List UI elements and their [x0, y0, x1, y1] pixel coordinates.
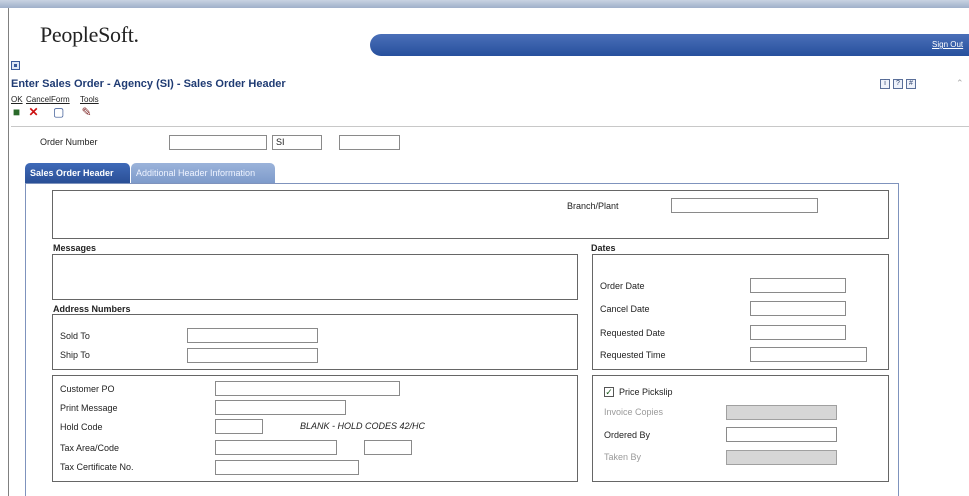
sign-out-link[interactable]: Sign Out	[932, 40, 963, 49]
brand-banner	[370, 34, 969, 56]
order-date-field[interactable]	[750, 278, 846, 293]
info-icon[interactable]: i	[880, 79, 890, 89]
ordered-by-label: Ordered By	[604, 430, 651, 440]
cancel-date-label: Cancel Date	[600, 304, 650, 314]
requested-date-label: Requested Date	[600, 328, 666, 338]
requested-time-label: Requested Time	[600, 350, 666, 360]
customer-po-field[interactable]	[215, 381, 400, 396]
order-number-field[interactable]	[169, 135, 267, 150]
tax-area-label: Tax Area/Code	[60, 443, 120, 453]
branch-plant-label: Branch/Plant	[567, 201, 619, 211]
ok-button[interactable]: OK ■	[11, 95, 23, 118]
cancel-button[interactable]: Cancel ✕	[26, 95, 51, 118]
ordered-by-field[interactable]	[726, 427, 837, 442]
page-title: Enter Sales Order - Agency (SI) - Sales …	[11, 78, 286, 90]
new-window-icon[interactable]	[11, 61, 20, 70]
sold-to-label: Sold To	[60, 331, 90, 341]
messages-heading: Messages	[53, 243, 97, 253]
browser-top-strip	[0, 0, 969, 8]
tax-area-field[interactable]	[215, 440, 337, 455]
hold-code-label: Hold Code	[60, 422, 103, 432]
price-pickslip-checkbox[interactable]: ✓	[604, 387, 614, 397]
invoice-copies-label: Invoice Copies	[604, 407, 664, 417]
form-menu[interactable]: Form ▢	[51, 95, 70, 118]
requested-time-field[interactable]	[750, 347, 867, 362]
help-icon[interactable]: ?	[893, 79, 903, 89]
ship-to-field[interactable]	[187, 348, 318, 363]
order-type-field[interactable]: SI	[272, 135, 322, 150]
print-message-field[interactable]	[215, 400, 346, 415]
tax-code-field[interactable]	[364, 440, 412, 455]
order-company-field[interactable]	[339, 135, 400, 150]
ok-label: OK	[11, 95, 23, 104]
title-icon-group: i ? #	[880, 79, 916, 89]
peoplesoft-logo: PeopleSoft.	[40, 22, 139, 47]
tab-sales-order-header[interactable]: Sales Order Header	[25, 163, 130, 183]
ship-to-label: Ship To	[60, 350, 90, 360]
cancel-x-icon: ✕	[28, 105, 39, 119]
branch-plant-field[interactable]	[671, 198, 818, 213]
address-numbers-heading: Address Numbers	[53, 304, 131, 314]
messages-box[interactable]	[52, 254, 578, 300]
form-icon: ▢	[53, 105, 65, 119]
tab-additional-header-information[interactable]: Additional Header Information	[131, 163, 275, 183]
order-date-label: Order Date	[600, 281, 645, 291]
tools-menu[interactable]: Tools ✎	[80, 95, 99, 118]
toolbar-divider	[11, 126, 969, 127]
personalize-icon[interactable]: #	[906, 79, 916, 89]
save-icon: ■	[12, 105, 21, 119]
price-pickslip-label: Price Pickslip	[619, 387, 673, 397]
cancel-label: Cancel	[26, 95, 51, 104]
cancel-date-field[interactable]	[750, 301, 846, 316]
order-number-label: Order Number	[40, 137, 98, 147]
print-message-label: Print Message	[60, 403, 118, 413]
tools-icon: ✎	[81, 105, 92, 119]
requested-date-field[interactable]	[750, 325, 846, 340]
hold-code-hint: BLANK - HOLD CODES 42/HC	[300, 421, 426, 431]
taken-by-label: Taken By	[604, 452, 642, 462]
hold-code-field[interactable]	[215, 419, 263, 434]
customer-po-label: Customer PO	[60, 384, 115, 394]
sold-to-field[interactable]	[187, 328, 318, 343]
taken-by-field	[726, 450, 837, 465]
dates-heading: Dates	[591, 243, 616, 253]
tax-certificate-label: Tax Certificate No.	[60, 462, 134, 472]
tools-label: Tools	[80, 95, 99, 104]
form-label: Form	[51, 95, 70, 104]
scroll-up-icon[interactable]: ⌃	[956, 78, 966, 90]
tax-certificate-field[interactable]	[215, 460, 359, 475]
invoice-copies-field	[726, 405, 837, 420]
